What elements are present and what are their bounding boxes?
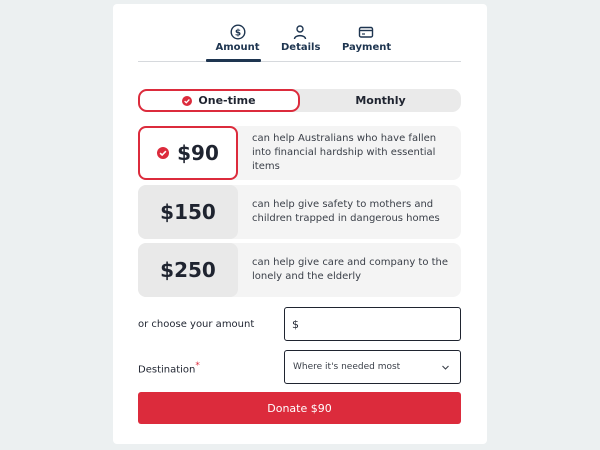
- step-amount[interactable]: $ Amount: [215, 24, 260, 53]
- amount-option-150[interactable]: $150 can help give safety to mothers and…: [138, 185, 461, 239]
- amount-box[interactable]: $250: [138, 243, 238, 297]
- dollar-circle-icon: $: [229, 24, 246, 40]
- custom-amount-input[interactable]: $: [284, 307, 461, 341]
- amount-option-90[interactable]: $90 can help Australians who have fallen…: [138, 126, 461, 180]
- destination-label: Destination*: [138, 361, 200, 375]
- person-icon: [292, 24, 308, 40]
- step-payment[interactable]: Payment: [342, 24, 392, 53]
- amount-box[interactable]: $90: [138, 126, 238, 180]
- currency-symbol: $: [292, 317, 299, 331]
- chevron-down-icon: [441, 363, 450, 372]
- svg-text:$: $: [234, 28, 240, 38]
- step-details-label: Details: [281, 42, 321, 53]
- amount-box[interactable]: $150: [138, 185, 238, 239]
- one-time-button[interactable]: One-time: [138, 89, 300, 112]
- check-circle-icon: [157, 147, 170, 159]
- credit-card-icon: [358, 24, 374, 40]
- step-amount-label: Amount: [215, 42, 260, 53]
- destination-selected-value: Where it's needed most: [293, 362, 401, 372]
- monthly-label: Monthly: [355, 94, 406, 107]
- destination-select[interactable]: Where it's needed most: [284, 350, 461, 384]
- monthly-button[interactable]: Monthly: [300, 89, 461, 112]
- amount-value: $150: [160, 200, 216, 224]
- amount-value: $250: [160, 258, 216, 282]
- amount-value: $90: [177, 141, 219, 165]
- step-details[interactable]: Details: [281, 24, 321, 53]
- amount-description: can help give care and company to the lo…: [252, 257, 449, 282]
- amount-description: can help Australians who have fallen int…: [252, 133, 437, 172]
- destination-label-text: Destination: [138, 364, 196, 376]
- one-time-label: One-time: [198, 94, 256, 107]
- step-payment-label: Payment: [342, 42, 392, 53]
- frequency-toggle: One-time Monthly: [138, 89, 461, 112]
- custom-amount-label: or choose your amount: [138, 319, 255, 330]
- amount-option-250[interactable]: $250 can help give care and company to t…: [138, 243, 461, 297]
- active-step-indicator: [206, 59, 261, 62]
- step-navigation: $ Amount Details Payment: [138, 20, 461, 62]
- required-mark: *: [195, 361, 200, 371]
- amount-description: can help give safety to mothers and chil…: [252, 199, 440, 224]
- donate-button[interactable]: Donate $90: [138, 392, 461, 424]
- check-circle-icon: [182, 95, 193, 106]
